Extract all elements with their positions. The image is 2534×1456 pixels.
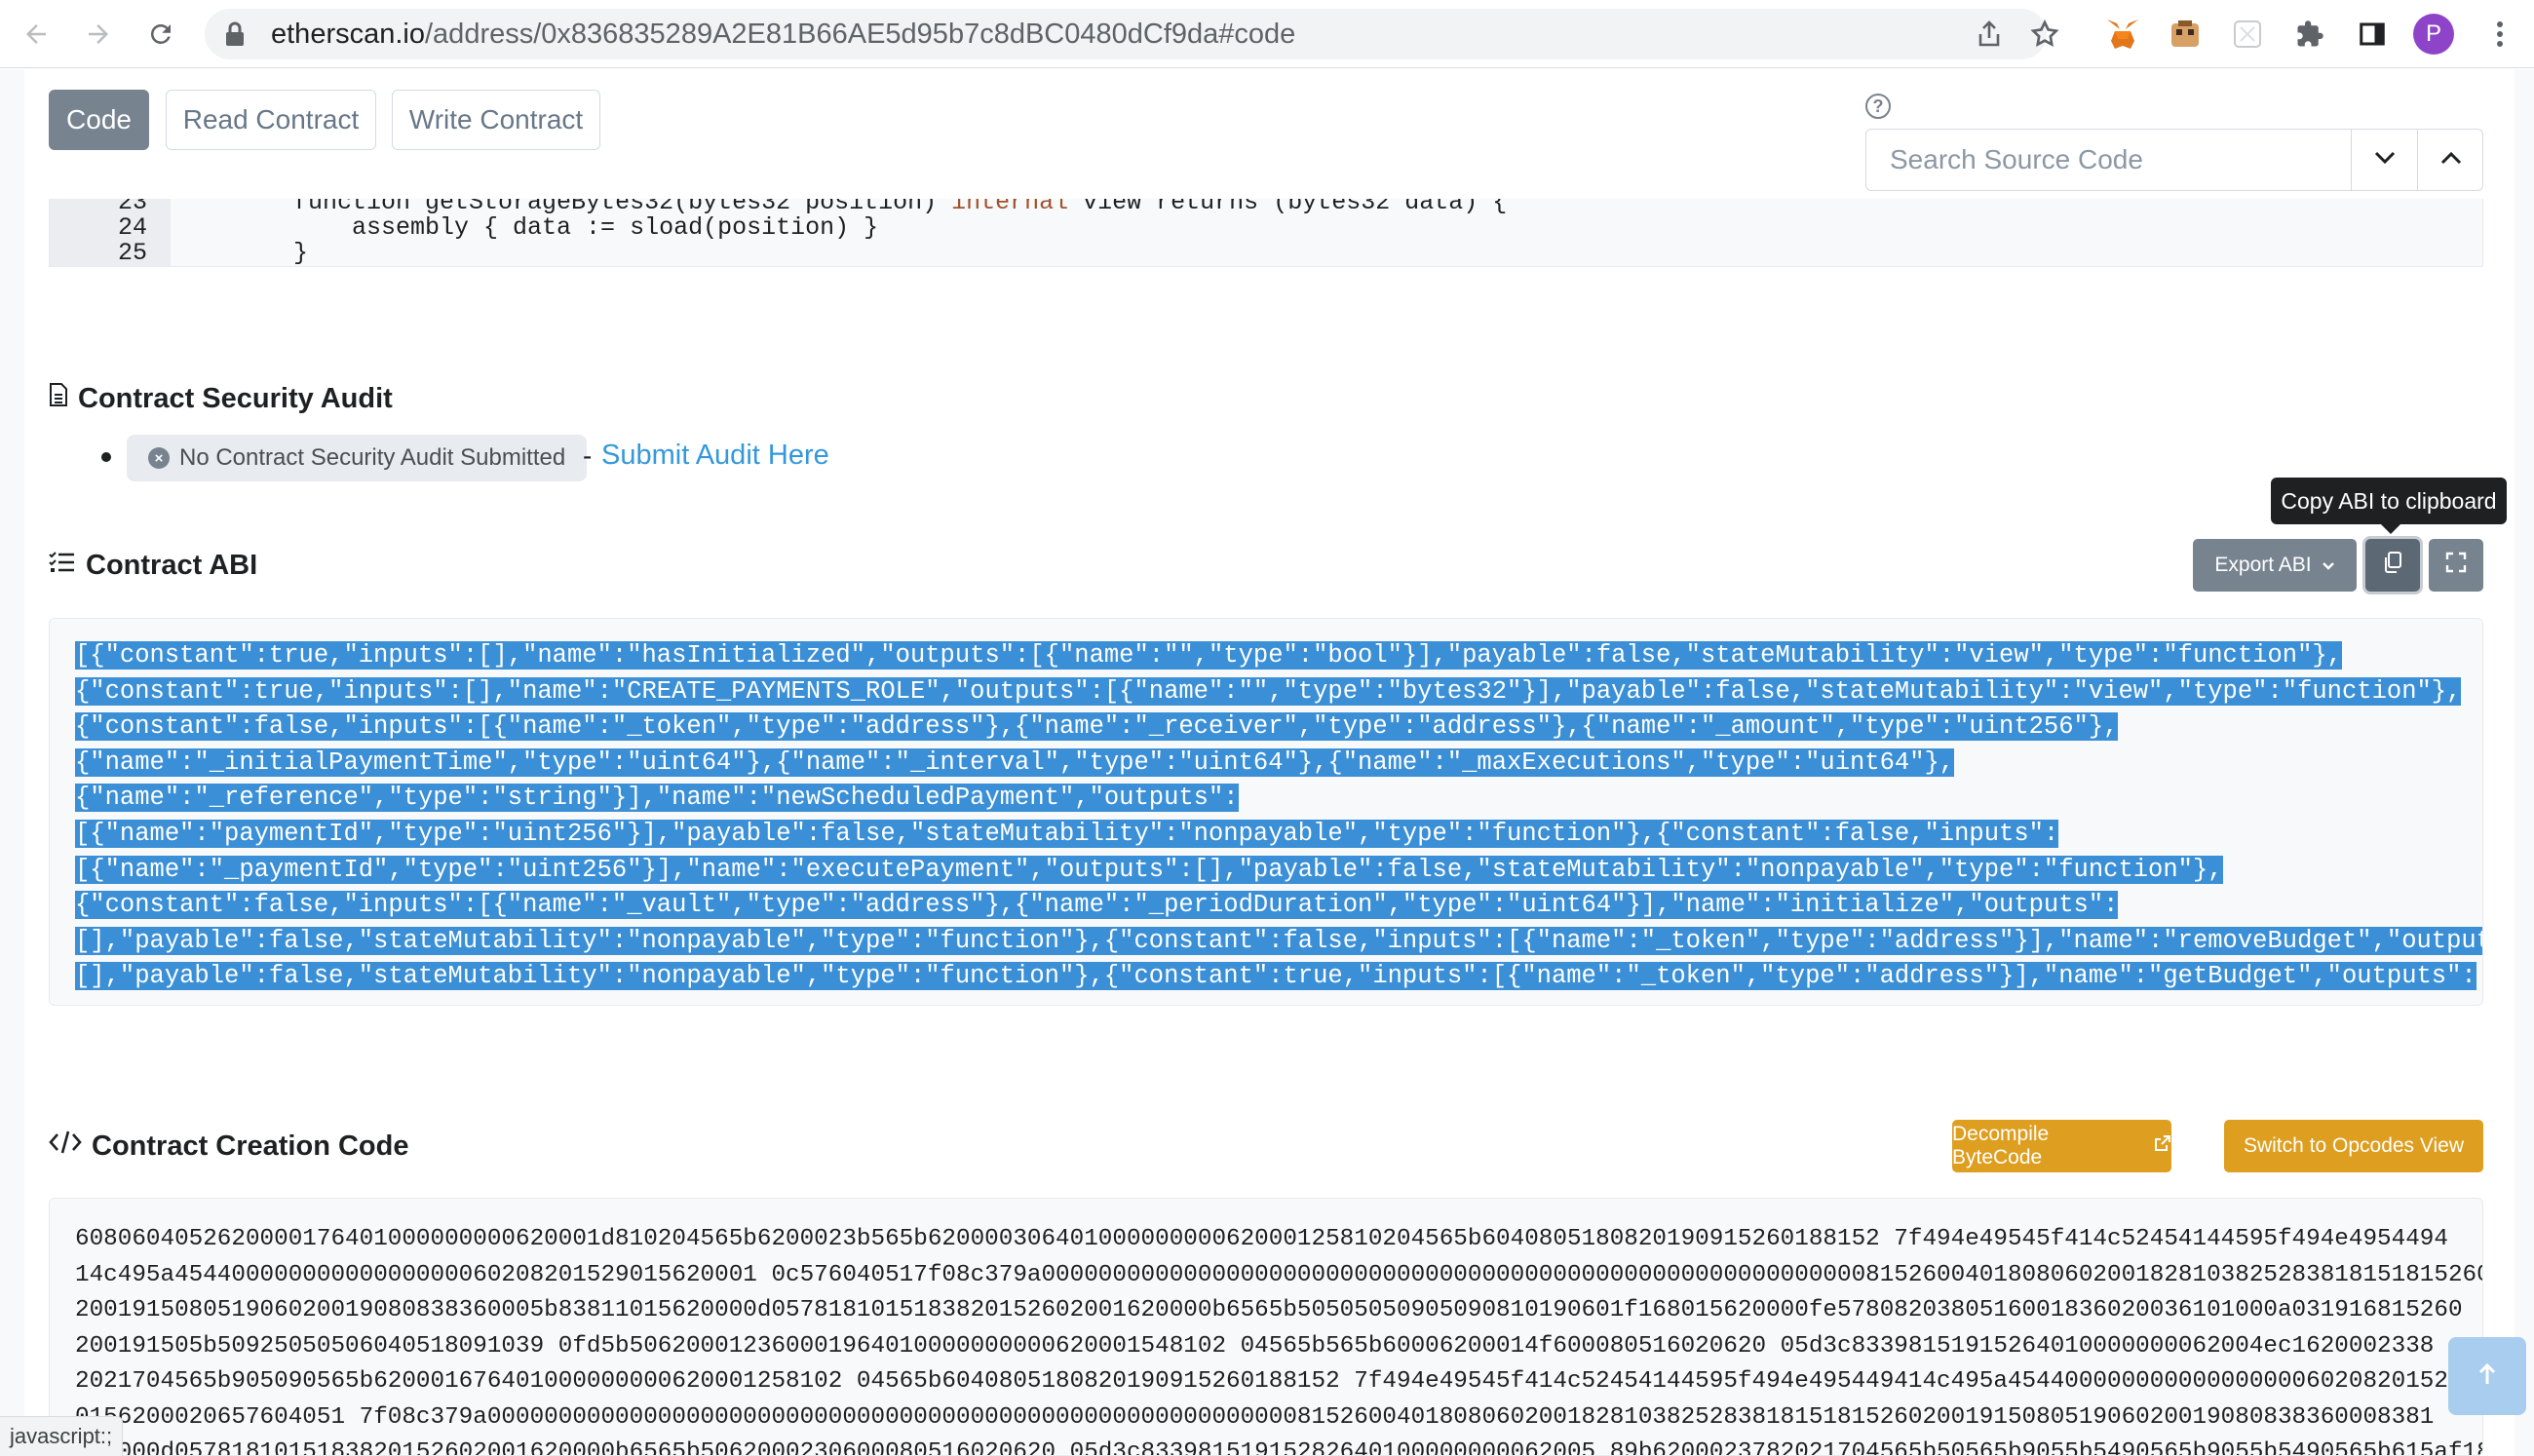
browser-toolbar: etherscan.io/address/0x836835289A2E81B66… bbox=[0, 0, 2534, 68]
profile-avatar[interactable]: P bbox=[2413, 14, 2454, 55]
abi-line: {"constant":false,"inputs":[{"name":"_va… bbox=[75, 891, 2119, 920]
abi-line: [],"payable":false,"stateMutability":"no… bbox=[75, 924, 2482, 960]
fullscreen-abi-button[interactable] bbox=[2429, 539, 2483, 592]
no-audit-badge: × No Contract Security Audit Submitted bbox=[127, 435, 588, 481]
tab-write-contract[interactable]: Write Contract bbox=[392, 90, 600, 150]
abi-section-title: Contract ABI bbox=[49, 550, 257, 582]
close-circle-icon: × bbox=[148, 447, 170, 469]
creation-code-title-text: Contract Creation Code bbox=[92, 1130, 409, 1162]
sidepanel-icon[interactable] bbox=[2352, 14, 2393, 55]
audit-section-title: Contract Security Audit bbox=[49, 382, 393, 415]
extension-icon[interactable] bbox=[2165, 14, 2206, 55]
source-code-editor[interactable]: 23 24 25 function getStorageBytes32(byte… bbox=[49, 199, 2483, 267]
abi-line: [{"name":"paymentId","type":"uint256"}],… bbox=[75, 819, 2059, 848]
share-icon[interactable] bbox=[1977, 20, 2002, 53]
chevron-down-icon bbox=[2374, 151, 2396, 170]
scroll-to-top-button[interactable] bbox=[2448, 1337, 2526, 1415]
search-prev-button[interactable] bbox=[2417, 130, 2483, 190]
bytecode-line: 520000d0578181015183820152602001620000b6… bbox=[75, 1439, 2483, 1456]
search-next-button[interactable] bbox=[2351, 130, 2417, 190]
list-icon bbox=[49, 550, 76, 582]
puzzle-icon[interactable] bbox=[2289, 14, 2330, 55]
submit-audit-link[interactable]: Submit Audit Here bbox=[601, 440, 829, 472]
bytecode-line: 6080604052620000176401000000000620001d81… bbox=[75, 1226, 2448, 1252]
export-abi-button[interactable]: Export ABI bbox=[2193, 539, 2357, 592]
creation-bytecode-box[interactable]: 6080604052620000176401000000000620001d81… bbox=[49, 1198, 2483, 1456]
abi-line: {"constant":false,"inputs":[{"name":"_to… bbox=[75, 712, 2119, 742]
search-source-box bbox=[1865, 129, 2483, 191]
bytecode-line: 0156200020657604051 7f08c379a00000000000… bbox=[75, 1403, 2435, 1431]
abi-line: {"name":"_initialPaymentTime","type":"ui… bbox=[75, 747, 1955, 777]
arrow-up-icon bbox=[2477, 1362, 2497, 1391]
code-line: } bbox=[235, 239, 309, 267]
code-icon bbox=[49, 1130, 82, 1163]
copy-icon bbox=[2383, 551, 2402, 580]
extension-icon[interactable] bbox=[2227, 14, 2268, 55]
forward-icon[interactable] bbox=[78, 14, 119, 55]
reload-icon[interactable] bbox=[140, 14, 181, 55]
abi-line: {"name":"_reference","type":"string"}],"… bbox=[75, 784, 1239, 813]
list-bullet bbox=[101, 452, 111, 462]
creation-code-section-title: Contract Creation Code bbox=[49, 1130, 408, 1163]
copy-abi-tooltip: Copy ABI to clipboard bbox=[2271, 478, 2507, 534]
no-audit-text: No Contract Security Audit Submitted bbox=[179, 444, 566, 471]
external-link-icon bbox=[2154, 1134, 2171, 1158]
help-icon[interactable]: ? bbox=[1865, 94, 1891, 119]
abi-line: [{"constant":true,"inputs":[],"name":"ha… bbox=[75, 641, 2342, 670]
lock-icon[interactable] bbox=[224, 21, 246, 52]
abi-line: {"constant":true,"inputs":[],"name":"CRE… bbox=[75, 676, 2462, 706]
search-source-input[interactable] bbox=[1866, 130, 2351, 190]
line-number: 24 bbox=[117, 213, 147, 242]
abi-title-text: Contract ABI bbox=[86, 550, 258, 581]
back-icon[interactable] bbox=[16, 14, 57, 55]
export-abi-label: Export ABI bbox=[2214, 554, 2312, 576]
address-bar[interactable]: etherscan.io/address/0x836835289A2E81B66… bbox=[205, 9, 2047, 59]
copy-abi-button[interactable] bbox=[2365, 539, 2420, 592]
decompile-label: Decompile ByteCode bbox=[1952, 1123, 2050, 1169]
line-number: 25 bbox=[117, 239, 147, 267]
document-icon bbox=[49, 382, 68, 415]
code-line: assembly { data := sload(position) } bbox=[235, 213, 879, 242]
chevron-up-icon bbox=[2440, 151, 2462, 170]
abi-line: [{"name":"_paymentId","type":"uint256"}]… bbox=[75, 855, 2223, 884]
chevron-down-icon bbox=[2322, 554, 2335, 577]
url-text: etherscan.io/address/0x836835289A2E81B66… bbox=[271, 19, 1296, 50]
star-icon[interactable] bbox=[2024, 14, 2065, 55]
bytecode-line: 200191505b50925050506040518091039 0fd5b5… bbox=[75, 1332, 2435, 1360]
bytecode-line: 200191508051906020019080838360005b838110… bbox=[75, 1297, 2463, 1323]
tab-read-contract[interactable]: Read Contract bbox=[166, 90, 376, 150]
abi-line: [],"payable":false,"stateMutability":"no… bbox=[75, 962, 2476, 991]
expand-icon bbox=[2445, 552, 2467, 579]
status-bar-url: javascript:; bbox=[0, 1416, 124, 1456]
tab-code[interactable]: Code bbox=[49, 90, 149, 150]
decompile-bytecode-button[interactable]: Decompile ByteCode bbox=[1952, 1120, 2171, 1172]
separator-dash: - bbox=[583, 441, 593, 471]
abi-textarea[interactable]: [{"constant":true,"inputs":[],"name":"ha… bbox=[49, 618, 2483, 1006]
switch-opcodes-button[interactable]: Switch to Opcodes View bbox=[2224, 1120, 2483, 1172]
bytecode-line: 14c495a454400000000000000000602082015290… bbox=[75, 1261, 2483, 1288]
audit-title-text: Contract Security Audit bbox=[78, 382, 393, 414]
bytecode-line: 2021704565b905090565b6200016764010000000… bbox=[75, 1368, 2463, 1395]
metamask-icon[interactable] bbox=[2102, 14, 2143, 55]
more-icon[interactable] bbox=[2479, 14, 2520, 55]
